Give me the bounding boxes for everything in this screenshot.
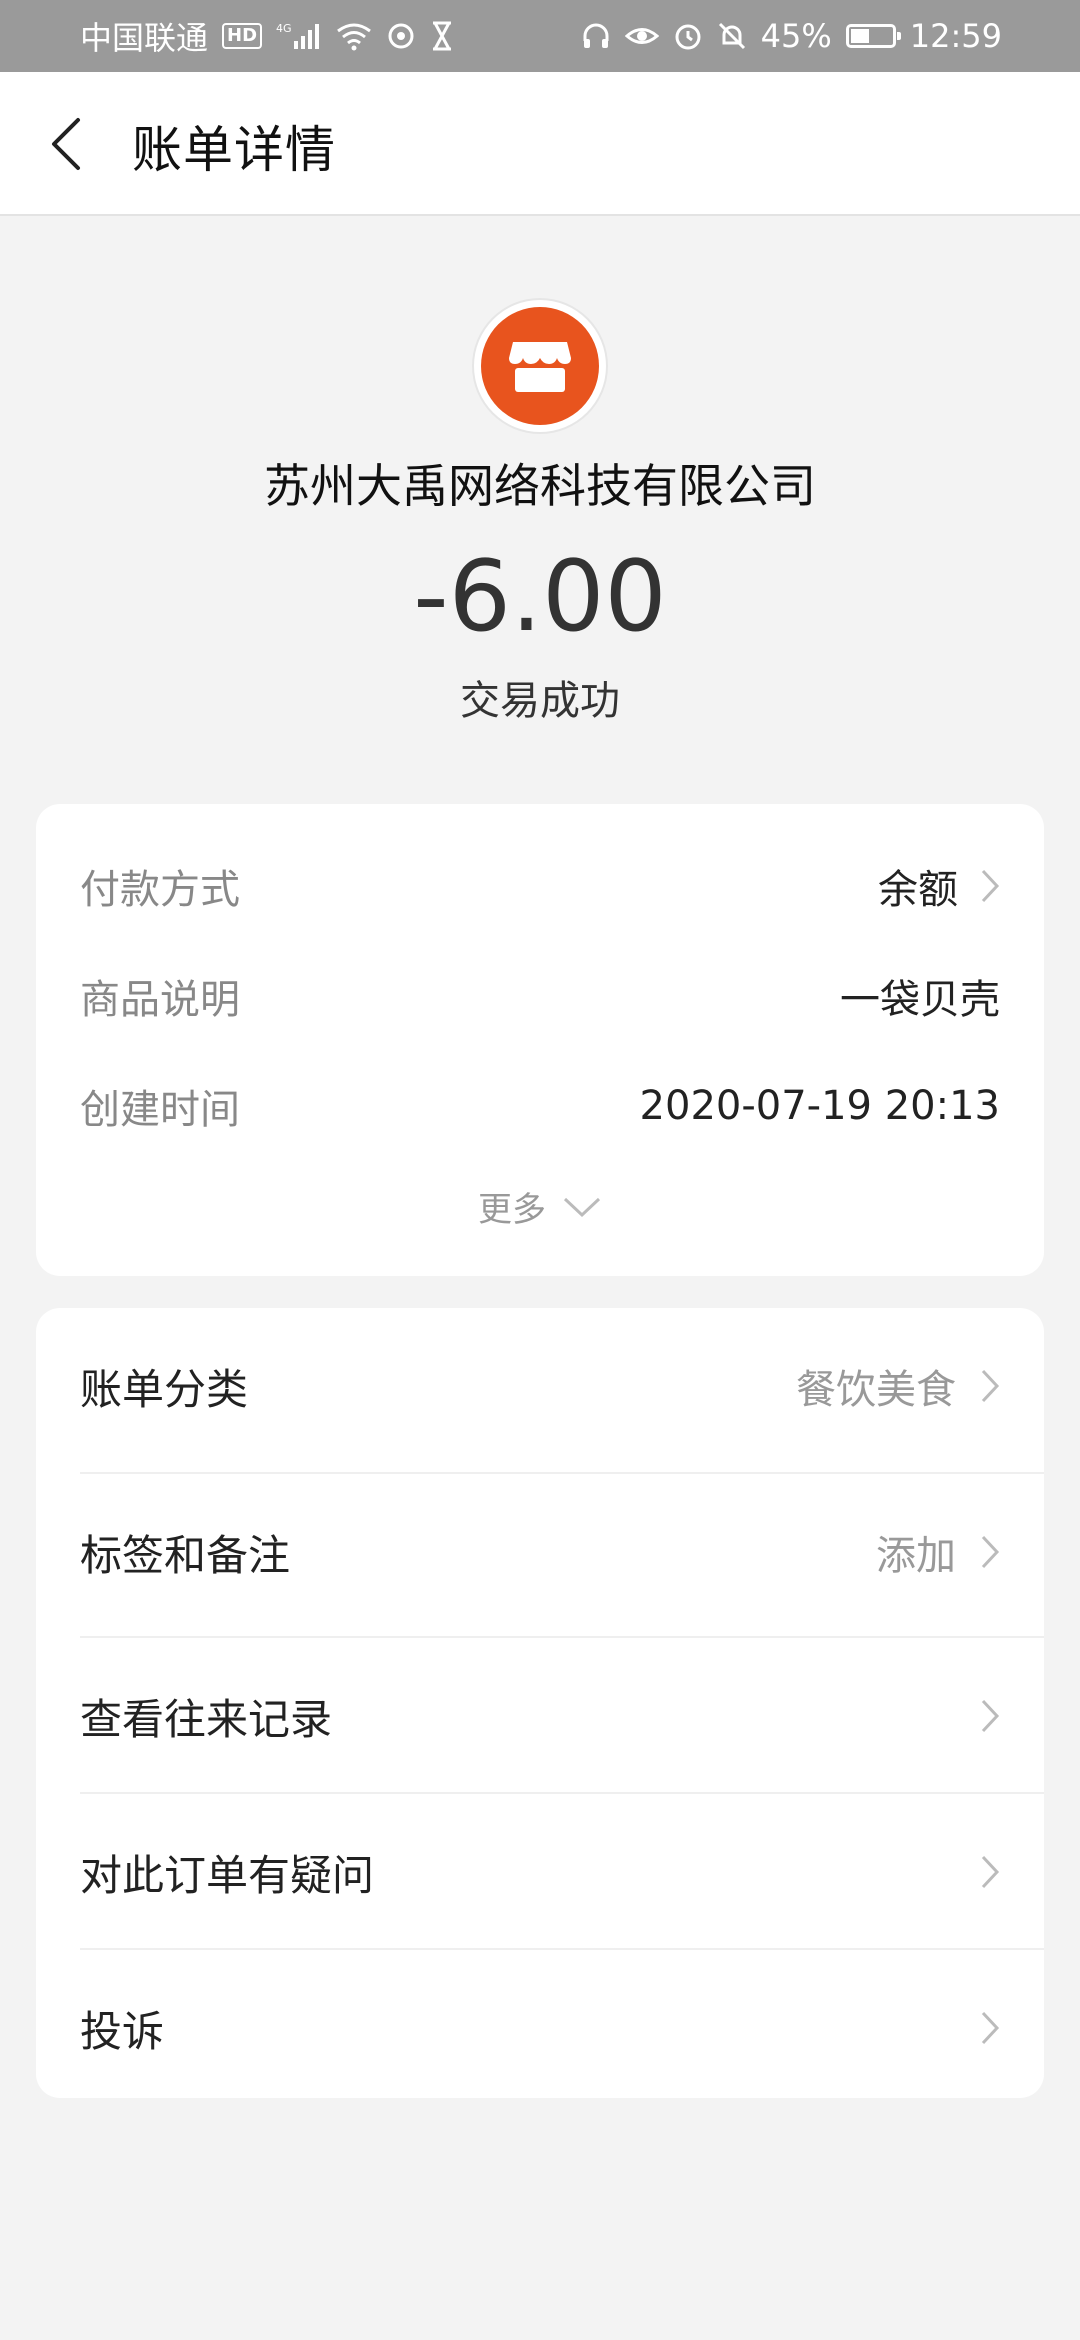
tags-notes-row[interactable]: 标签和备注 添加 [80, 1474, 1000, 1630]
tags-notes-value-group: 添加 [876, 1523, 1000, 1581]
created-time-row: 创建时间 2020-07-19 20:13 [80, 1076, 1000, 1136]
carrier-name: 中国联通 [80, 19, 209, 57]
transaction-amount: -6.00 [413, 540, 667, 654]
chevron-right-icon [981, 1699, 1000, 1733]
payment-method-row[interactable]: 付款方式 余额 [80, 856, 1000, 916]
eye-icon [624, 21, 659, 51]
order-question-label: 对此订单有疑问 [80, 1850, 375, 1900]
clock: 12:59 [909, 17, 1002, 55]
view-records-row[interactable]: 查看往来记录 [80, 1638, 1000, 1794]
status-bar-right: 45% 12:59 [581, 17, 1002, 55]
battery-icon [845, 24, 901, 48]
tags-notes-label: 标签和备注 [80, 1530, 291, 1580]
hourglass-icon [430, 21, 454, 51]
status-bar-left: 中国联通 HD 4G [80, 13, 454, 59]
view-records-label: 查看往来记录 [80, 1694, 333, 1744]
bill-category-label: 账单分类 [80, 1364, 249, 1414]
details-card: 付款方式 余额 商品说明 一袋贝壳 创建时间 2020-07-19 20:13 … [36, 804, 1044, 1276]
merchant-avatar-bg [481, 307, 599, 425]
store-icon [509, 342, 571, 392]
chevron-right-icon [981, 1369, 1000, 1403]
back-arrow-icon [52, 118, 80, 170]
complaint-value-group [980, 2010, 1000, 2046]
chevron-right-icon [981, 1535, 1000, 1569]
created-time-label: 创建时间 [80, 1087, 240, 1133]
battery-percent: 45% [760, 17, 832, 55]
headphones-icon [581, 21, 611, 51]
page-title: 账单详情 [132, 121, 336, 179]
chevron-down-icon [563, 1197, 601, 1217]
more-label: 更多 [478, 1190, 546, 1230]
merchant-name: 苏州大禹网络科技有限公司 [264, 459, 816, 513]
bill-category-row[interactable]: 账单分类 餐饮美食 [80, 1308, 1000, 1464]
bill-category-value: 餐饮美食 [796, 1367, 956, 1413]
payment-method-label: 付款方式 [80, 867, 240, 913]
alarm-icon [673, 21, 703, 51]
back-button[interactable] [34, 112, 98, 176]
product-description-value: 一袋贝壳 [840, 977, 1000, 1023]
payment-method-value-group: 余额 [878, 857, 1000, 915]
created-time-value: 2020-07-19 20:13 [639, 1083, 1000, 1129]
order-question-row[interactable]: 对此订单有疑问 [80, 1794, 1000, 1950]
view-records-value-group [980, 1698, 1000, 1734]
nav-bar: 账单详情 [0, 72, 1080, 216]
actions-card: 账单分类 餐饮美食 标签和备注 添加 查看往来记录 对此订单有疑问 投诉 [36, 1308, 1044, 2098]
merchant-avatar [474, 300, 606, 432]
product-description-label: 商品说明 [80, 977, 240, 1023]
bill-category-value-group: 餐饮美食 [796, 1357, 1000, 1415]
complaint-row[interactable]: 投诉 [80, 1950, 1000, 2106]
signal-icon: 4G [276, 21, 322, 51]
product-description-row: 商品说明 一袋贝壳 [80, 966, 1000, 1026]
more-button[interactable]: 更多 [36, 1182, 1044, 1231]
sync-icon [386, 21, 416, 51]
chevron-right-icon [981, 2011, 1000, 2045]
battery-level [850, 29, 869, 43]
transaction-status: 交易成功 [460, 678, 620, 724]
order-question-value-group [980, 1854, 1000, 1890]
tags-notes-value: 添加 [876, 1533, 956, 1579]
svg-text:4G: 4G [276, 22, 292, 35]
payment-method-value: 余额 [878, 867, 958, 913]
wifi-icon [336, 21, 372, 51]
chevron-right-icon [980, 868, 1000, 904]
chevron-right-icon [981, 1855, 1000, 1889]
mute-bell-icon [717, 21, 747, 51]
complaint-label: 投诉 [80, 2006, 165, 2056]
hd-badge: HD [222, 23, 263, 49]
status-bar: 中国联通 HD 4G 45% 12:59 [0, 0, 1080, 72]
